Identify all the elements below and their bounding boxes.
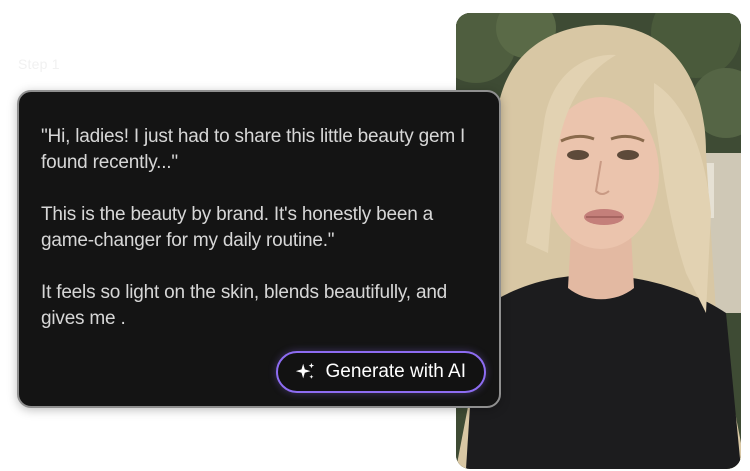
script-paragraph-2: This is the beauty by brand. It's honest… <box>41 204 434 251</box>
canvas: Step 1 "Hi, ladies! I just had to share … <box>0 0 750 471</box>
script-text: "Hi, ladies! I just had to share this li… <box>41 124 481 358</box>
sparkle-icon <box>294 361 316 383</box>
generate-with-ai-button[interactable]: Generate with AI <box>275 351 486 393</box>
generate-button-label: Generate with AI <box>325 361 466 382</box>
script-paragraph-3: It feels so light on the skin, blends be… <box>41 282 448 329</box>
step-label: Step 1 <box>18 56 60 72</box>
script-paragraph-1: "Hi, ladies! I just had to share this li… <box>41 126 466 173</box>
script-card: "Hi, ladies! I just had to share this li… <box>17 90 501 408</box>
